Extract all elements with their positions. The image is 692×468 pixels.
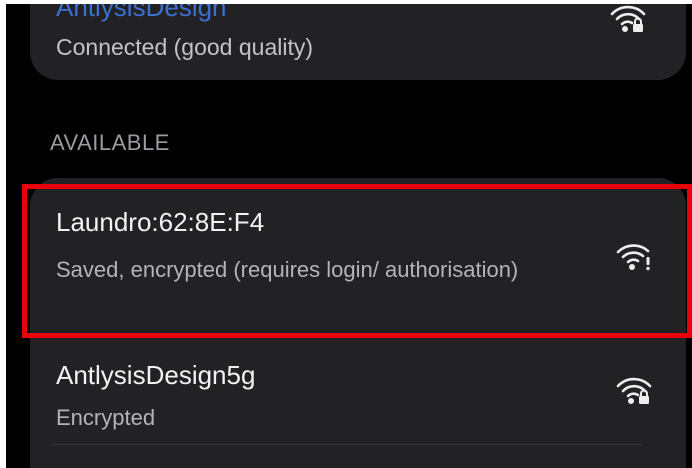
available-section-label: AVAILABLE [50, 130, 170, 155]
network-row-antlysisdesign5g[interactable]: AntlysisDesign5g Encrypted [30, 338, 686, 448]
network-name: AntlysisDesign5g [56, 360, 256, 390]
wifi-settings-screen: AntlysisDesign Connected (good quality) … [6, 4, 692, 468]
highlight-box [22, 184, 692, 338]
network-status: Encrypted [56, 405, 156, 430]
connected-network-status: Connected (good quality) [56, 34, 313, 60]
connected-network-name: AntlysisDesign [56, 4, 227, 22]
wifi-lock-icon [616, 376, 652, 406]
connected-network-card[interactable]: AntlysisDesign Connected (good quality) [30, 4, 686, 80]
list-divider [52, 444, 642, 445]
wifi-lock-icon [610, 4, 646, 34]
